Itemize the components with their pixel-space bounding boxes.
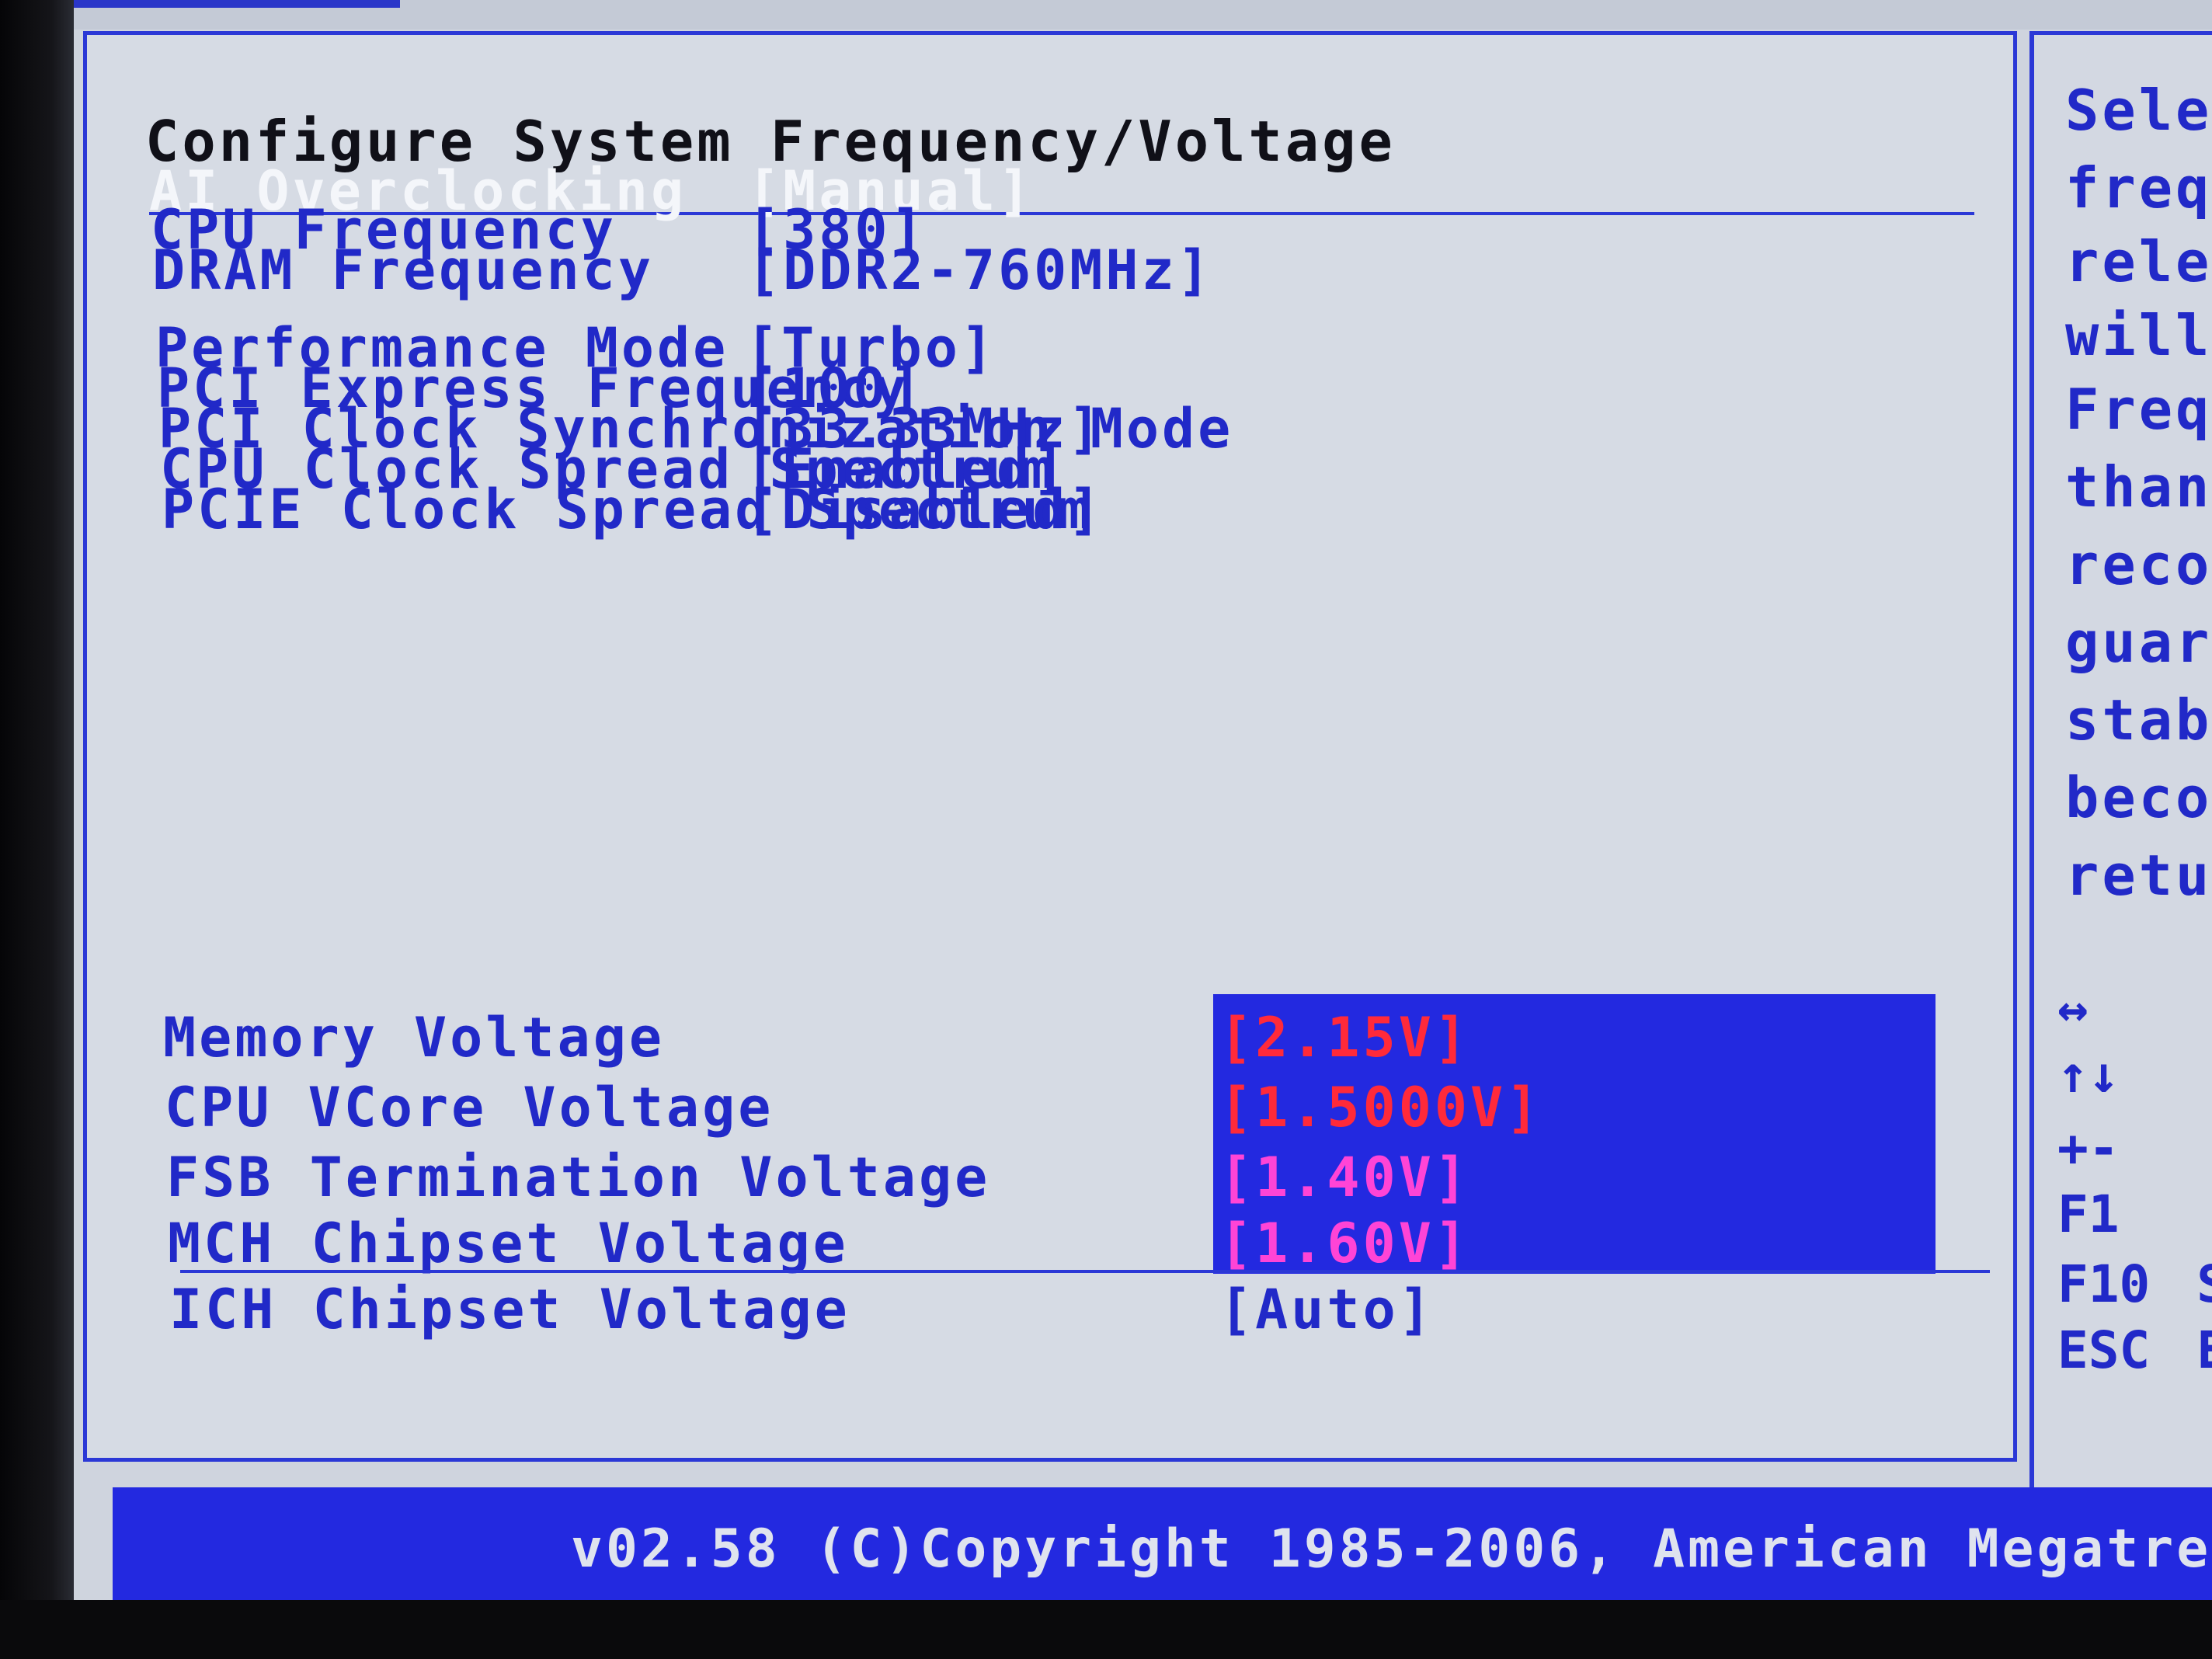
setting-value[interactable]: [1.5000V] bbox=[1219, 1076, 1542, 1139]
help-text-line: beco bbox=[2065, 765, 2212, 830]
help-text-line: freq bbox=[2065, 155, 2212, 221]
key-legend-f10: F10 S bbox=[2057, 1254, 2212, 1314]
help-text-line: retu bbox=[2065, 843, 2212, 908]
main-settings-panel: Configure System Frequency/Voltage AI Ov… bbox=[83, 31, 2017, 1462]
monitor-bezel-left bbox=[0, 0, 74, 1659]
setting-value[interactable]: [Auto] bbox=[1219, 1278, 1435, 1341]
help-text-line: than bbox=[2065, 454, 2212, 520]
copyright-text: v02.58 (C)Copyright 1985-2006, American … bbox=[571, 1518, 2212, 1580]
top-strip bbox=[74, 0, 2212, 30]
setting-value[interactable]: [1.40V] bbox=[1219, 1146, 1470, 1209]
key-name: F1 bbox=[2057, 1184, 2120, 1244]
help-text-line: will bbox=[2065, 303, 2212, 368]
top-strip-accent bbox=[74, 0, 400, 8]
bios-screen: Configure System Frequency/Voltage AI Ov… bbox=[74, 0, 2212, 1600]
help-text-line: Sele bbox=[2065, 78, 2212, 143]
help-text-line: Freq bbox=[2065, 377, 2212, 442]
settings-bottom-divider bbox=[180, 1270, 1990, 1273]
help-text-line: reco bbox=[2065, 532, 2212, 597]
key-legend-esc: ESC E bbox=[2057, 1320, 2212, 1380]
copyright-footer: v02.58 (C)Copyright 1985-2006, American … bbox=[113, 1487, 2212, 1600]
setting-label: DRAM Frequency bbox=[152, 238, 655, 302]
setting-label: Memory Voltage bbox=[163, 1006, 666, 1069]
setting-label: MCH Chipset Voltage bbox=[168, 1212, 849, 1275]
help-panel: Sele freq rele will Freq than reco guar … bbox=[2029, 31, 2212, 1553]
key-desc: S bbox=[2196, 1254, 2212, 1314]
setting-value[interactable]: [Disabled] bbox=[746, 478, 1104, 541]
key-legend-up-down: ↑↓ bbox=[2057, 1045, 2119, 1104]
help-text-line: guar bbox=[2065, 610, 2212, 675]
setting-value[interactable]: [1.60V] bbox=[1219, 1212, 1470, 1275]
key-desc: E bbox=[2196, 1320, 2212, 1380]
key-name: ESC bbox=[2057, 1320, 2151, 1380]
setting-label: CPU VCore Voltage bbox=[165, 1076, 774, 1139]
monitor-bezel-bottom bbox=[0, 1600, 2212, 1659]
setting-label: FSB Termination Voltage bbox=[166, 1146, 991, 1209]
plus-minus-icon: +- bbox=[2057, 1118, 2120, 1178]
arrow-left-right-icon: ↔ bbox=[2057, 979, 2089, 1038]
setting-value[interactable]: [DDR2-760MHz] bbox=[747, 238, 1213, 302]
key-legend-plus-minus: +- bbox=[2057, 1118, 2119, 1178]
setting-value[interactable]: [2.15V] bbox=[1219, 1006, 1470, 1069]
help-text-line: stab bbox=[2065, 687, 2212, 753]
key-legend-left-right: ↔ bbox=[2057, 979, 2089, 1038]
arrow-up-down-icon: ↑↓ bbox=[2057, 1045, 2120, 1104]
key-name: F10 bbox=[2057, 1254, 2151, 1314]
key-legend-f1: F1C bbox=[2057, 1184, 2212, 1244]
setting-label: ICH Chipset Voltage bbox=[169, 1278, 850, 1341]
help-text-line: rele bbox=[2065, 229, 2212, 294]
